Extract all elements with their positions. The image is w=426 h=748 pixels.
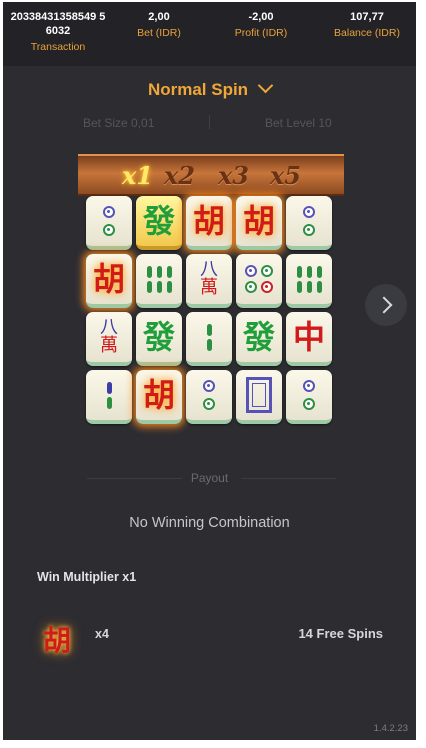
next-round-button[interactable] bbox=[365, 284, 407, 326]
multiplier-x1: x1 bbox=[122, 161, 154, 190]
scatter-count: x4 bbox=[95, 627, 109, 641]
profit-value: -2,00 bbox=[248, 11, 274, 23]
win-multiplier: Win Multiplier x1 bbox=[37, 570, 137, 584]
transaction-column: 20338431358549 56032 Transaction bbox=[9, 10, 107, 54]
tile-6-bamboo bbox=[136, 254, 182, 308]
bet-value: 2,00 bbox=[148, 11, 170, 23]
hu-scatter-icon: 胡 bbox=[43, 624, 72, 657]
tile-fa: 發 bbox=[136, 312, 182, 366]
balance-value: 107,77 bbox=[350, 11, 384, 23]
profit-column: -2,00 Profit (IDR) bbox=[221, 10, 301, 40]
free-spins-label: 14 Free Spins bbox=[298, 626, 383, 641]
tile-hu-scatter: 胡 bbox=[236, 196, 282, 250]
profit-label: Profit (IDR) bbox=[234, 27, 288, 39]
tile-2-bamboo bbox=[86, 370, 132, 424]
tile-6-bamboo bbox=[286, 254, 332, 308]
history-header: 20338431358549 56032 Transaction 2,00 Be… bbox=[3, 2, 416, 66]
chevron-down-icon bbox=[257, 77, 274, 94]
multiplier-x5: x5 bbox=[270, 161, 302, 190]
divider bbox=[209, 115, 210, 129]
payout-label: Payout bbox=[190, 471, 229, 485]
tile-fa: 發 bbox=[236, 312, 282, 366]
tile-white-dragon bbox=[236, 370, 282, 424]
spin-mode-dropdown[interactable]: Normal Spin bbox=[3, 77, 416, 100]
bet-level: Bet Level 10 bbox=[265, 116, 332, 130]
tile-zhong: 中 bbox=[286, 312, 332, 366]
spin-mode-label: Normal Spin bbox=[147, 80, 249, 99]
transaction-label: Transaction bbox=[30, 41, 86, 53]
multiplier-x3: x3 bbox=[218, 161, 250, 190]
transaction-id: 20338431358549 56032 bbox=[10, 11, 106, 37]
tile-5-circles bbox=[236, 254, 282, 308]
balance-label: Balance (IDR) bbox=[334, 27, 400, 39]
tile-2-circles bbox=[86, 196, 132, 250]
tile-8-wan: 八萬 bbox=[86, 312, 132, 366]
tile-hu-scatter: 胡 bbox=[86, 254, 132, 308]
bet-label: Bet (IDR) bbox=[137, 27, 181, 39]
chevron-right-icon bbox=[375, 296, 393, 314]
bet-column: 2,00 Bet (IDR) bbox=[119, 10, 199, 40]
multiplier-x2: x2 bbox=[164, 161, 196, 190]
game-history-panel: 20338431358549 56032 Transaction 2,00 Be… bbox=[3, 2, 416, 740]
version-label: 1.4.2.23 bbox=[373, 723, 408, 734]
tile-8-wan: 八萬 bbox=[186, 254, 232, 308]
divider bbox=[241, 478, 336, 479]
tile-hu-scatter: 胡 bbox=[136, 370, 182, 424]
tile-2-circles bbox=[286, 370, 332, 424]
tile-2-circles bbox=[186, 370, 232, 424]
result-text: No Winning Combination bbox=[129, 515, 290, 531]
bet-size: Bet Size 0,01 bbox=[83, 116, 155, 130]
tile-fa-gold: 發 bbox=[136, 196, 182, 250]
tile-2-bamboo bbox=[186, 312, 232, 366]
multiplier-bar: x1 x2 x3 x5 bbox=[78, 154, 344, 196]
balance-column: 107,77 Balance (IDR) bbox=[325, 10, 409, 40]
tile-2-circles bbox=[286, 196, 332, 250]
tile-hu-scatter: 胡 bbox=[186, 196, 232, 250]
